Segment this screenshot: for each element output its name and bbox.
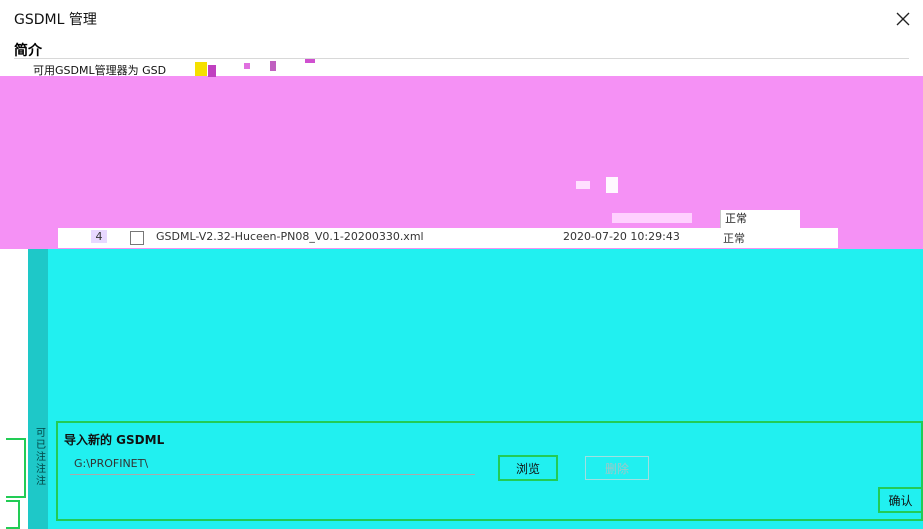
left-label: 注 xyxy=(36,452,46,463)
noise-patch xyxy=(195,62,207,76)
row-status: 正常 xyxy=(723,232,745,245)
left-label: 注 xyxy=(36,476,46,487)
left-side-labels: 可 已 注 注 注 xyxy=(36,428,54,528)
confirm-button[interactable]: 确认 xyxy=(878,487,923,513)
noise-patch xyxy=(305,59,315,63)
left-label: 已 xyxy=(36,440,46,451)
row-checkbox[interactable] xyxy=(130,231,144,245)
intro-heading: 简介 xyxy=(14,43,42,59)
noise-patch xyxy=(576,181,590,189)
title-bar: GSDML 管理 xyxy=(0,0,923,38)
row-date: 2020-07-20 10:29:43 xyxy=(563,230,680,243)
browse-button[interactable]: 浏览 xyxy=(498,455,558,481)
row-index: 4 xyxy=(91,230,107,243)
window-title: GSDML 管理 xyxy=(14,12,97,28)
close-icon xyxy=(896,12,910,26)
left-frame xyxy=(6,500,20,529)
path-input[interactable]: G:\PROFINET\ xyxy=(70,455,475,475)
close-button[interactable] xyxy=(887,4,919,34)
delete-button[interactable]: 删除 xyxy=(585,456,649,480)
left-label: 注 xyxy=(36,464,46,475)
row-filename: GSDML-V2.32-Huceen-PN08_V0.1-20200330.xm… xyxy=(156,230,424,243)
noise-patch xyxy=(270,61,276,71)
noise-patch xyxy=(612,213,692,223)
left-frame xyxy=(6,438,26,498)
noise-patch xyxy=(208,65,216,77)
status-column-header: 正常 xyxy=(720,210,800,228)
noise-patch xyxy=(606,177,618,193)
intro-text-strip: 可用GSDML管理器为 GSD xyxy=(0,59,923,77)
table-row[interactable]: 4 GSDML-V2.32-Huceen-PN08_V0.1-20200330.… xyxy=(58,228,838,248)
noise-patch xyxy=(244,63,250,69)
left-label: 可 xyxy=(36,428,46,439)
import-heading: 导入新的 GSDML xyxy=(64,433,165,447)
